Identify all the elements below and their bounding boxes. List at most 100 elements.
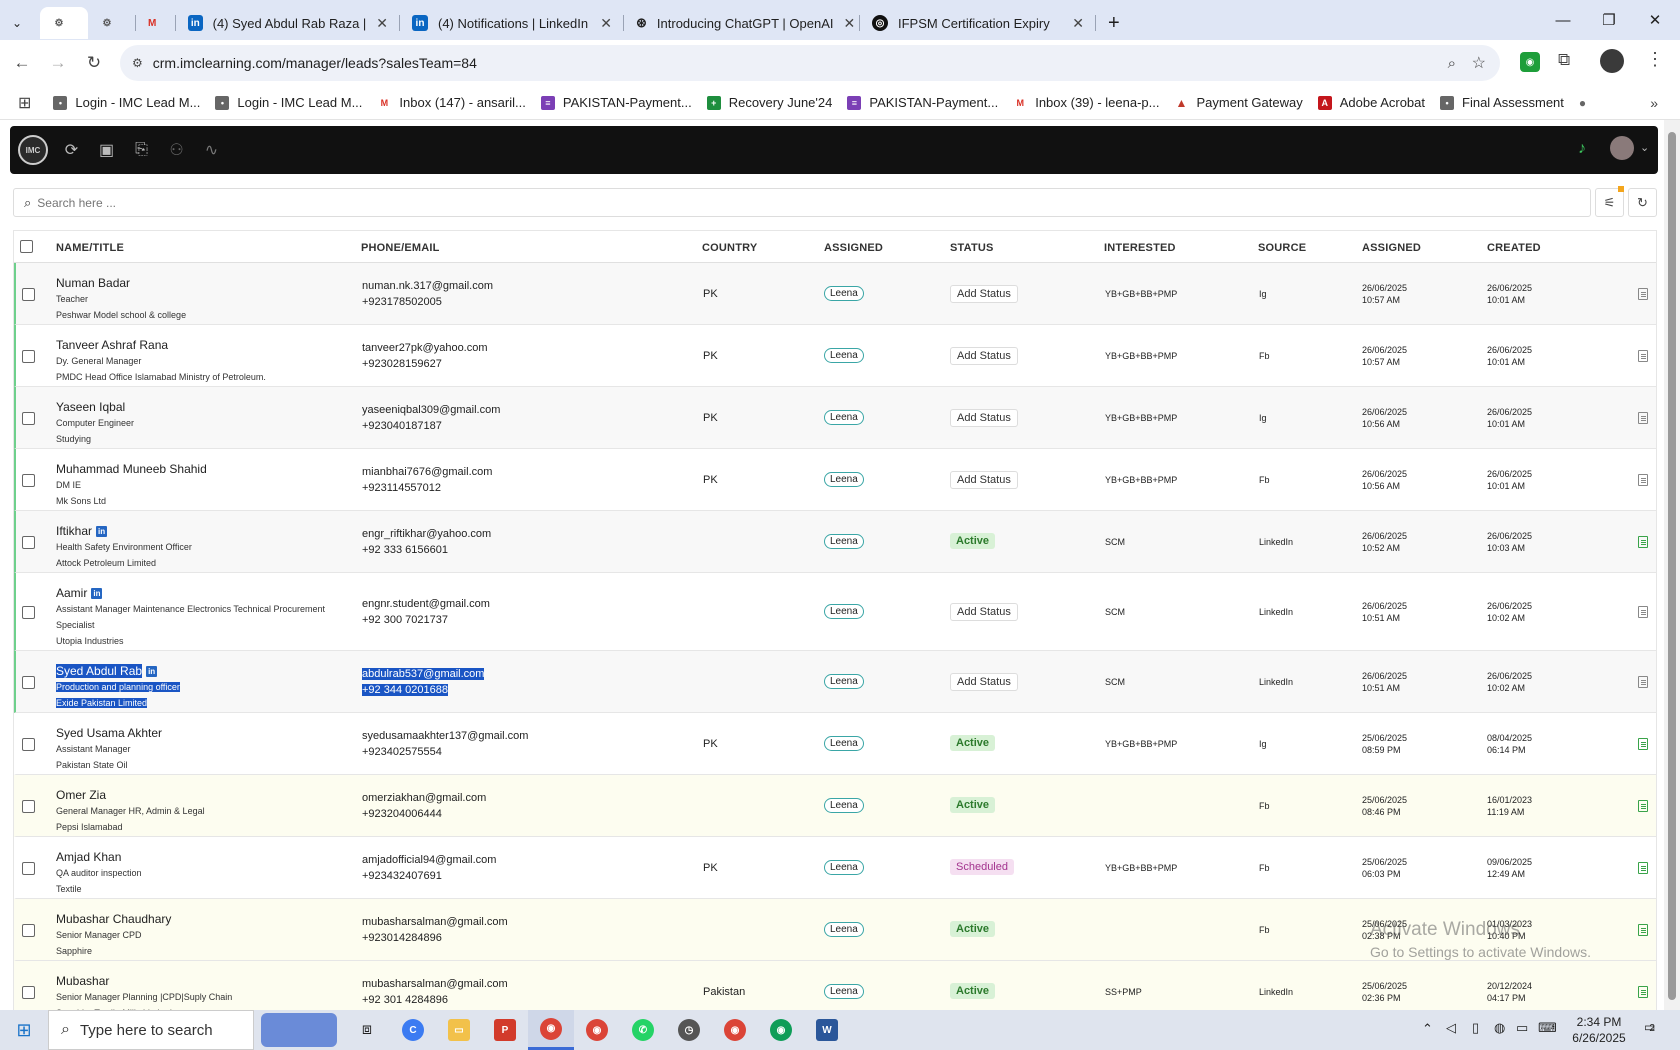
close-icon[interactable]: ✕ [590,15,612,32]
activity-pulse-icon[interactable]: ∿ [194,135,229,165]
lead-phone[interactable]: +923014284896 [362,932,442,944]
lead-phone[interactable]: +923432407691 [362,870,442,882]
row-checkbox[interactable] [22,288,35,301]
assigned-agent-badge[interactable]: Leena [824,860,864,875]
lead-name-cell[interactable]: Numan Badar Teacher Peshwar Model school &… [56,275,356,323]
table-row[interactable]: Iftikhar in Health Safety Environment Offi… [14,511,1656,573]
status-badge[interactable]: Active [950,735,996,751]
bookmark-item[interactable]: ≡ PAKISTAN-Payment... [540,95,692,110]
clock[interactable]: 2:34 PM 6/26/2025 [1566,1014,1632,1046]
bookmark-item[interactable]: • Login - IMC Lead M... [215,95,362,110]
lead-email[interactable]: omerziakhan@gmail.com [362,792,486,804]
linkedin-icon[interactable]: in [146,666,158,677]
tab-activity-2[interactable]: ⚙ [88,7,136,39]
lead-name-cell[interactable]: Omer Zia General Manager HR, Admin & Lega… [56,787,356,835]
apps-grid-icon[interactable]: ⊞ [18,93,31,113]
bookmark-item[interactable]: ≡ PAKISTAN-Payment... [847,95,998,110]
lead-name[interactable]: Mubashar Chaudhary [56,912,171,926]
lead-name-cell[interactable]: Syed Usama Akhter Assistant Manager Pakist… [56,725,356,773]
assigned-agent-badge[interactable]: Leena [824,984,864,999]
forward-button[interactable]: → [40,45,76,81]
lead-phone[interactable]: +92 301 4284896 [362,994,448,1006]
lead-phone[interactable]: +923028159627 [362,358,442,370]
back-button[interactable]: ← [4,45,40,81]
chrome-button[interactable]: ◉ [528,1010,574,1050]
page-scrollbar[interactable] [1664,120,1680,1010]
document-icon[interactable] [1638,536,1648,548]
site-info-icon[interactable]: ⚙ [132,56,143,70]
more-menu-icon[interactable]: ⋮ [1646,49,1664,70]
assigned-agent-badge[interactable]: Leena [824,922,864,937]
lead-email[interactable]: amjadofficial94@gmail.com [362,854,496,866]
lead-search[interactable]: ⌕ [13,188,1591,217]
assigned-agent-badge[interactable]: Leena [824,410,864,425]
document-icon[interactable] [1638,862,1648,874]
lead-name[interactable]: Tanveer Ashraf Rana [56,338,168,352]
chrome-button-4[interactable]: ◉ [758,1010,804,1050]
keyboard-icon[interactable]: ⌨ [1538,1020,1557,1036]
file-explorer-button[interactable]: ▭ [436,1010,482,1050]
refresh-button[interactable]: ↻ [1628,188,1657,217]
lead-phone[interactable]: +923178502005 [362,296,442,308]
tab-ifpsm[interactable]: ◎ IFPSM Certification Expiry ✕ [860,7,1096,39]
task-view-button[interactable]: ⧈ [344,1010,390,1050]
document-icon[interactable] [1638,676,1648,688]
document-icon[interactable] [1638,800,1648,812]
start-button[interactable]: ⊞ [0,1010,48,1050]
status-badge[interactable]: Add Status [950,285,1018,303]
device-icon[interactable]: ▯ [1472,1020,1479,1036]
bookmark-item[interactable]: + Recovery June'24 [706,95,832,110]
search-input[interactable] [37,195,1538,210]
lead-phone[interactable]: +923114557012 [362,482,441,494]
bookmark-icon[interactable]: ● [1579,96,1586,110]
lead-email[interactable]: syedusamaakhter137@gmail.com [362,730,528,742]
assigned-agent-badge[interactable]: Leena [824,286,864,301]
lead-name-cell[interactable]: Tanveer Ashraf Rana Dy. General Manager PM… [56,337,356,385]
table-row[interactable]: Syed Usama Akhter Assistant Manager Pakist… [14,713,1656,775]
word-button[interactable]: W [804,1010,850,1050]
taskbar-search[interactable]: ⌕ Type here to search [48,1010,254,1050]
status-badge[interactable]: Add Status [950,409,1018,427]
row-checkbox[interactable] [22,676,35,689]
row-checkbox[interactable] [22,862,35,875]
lead-name-cell[interactable]: Aamir in Assistant Manager Maintenance Ele… [56,585,356,649]
row-checkbox[interactable] [22,924,35,937]
assigned-agent-badge[interactable]: Leena [824,674,864,689]
assigned-agent-badge[interactable]: Leena [824,472,864,487]
col-interested[interactable]: INTERESTED [1104,242,1176,254]
status-badge[interactable]: Scheduled [950,859,1014,875]
status-badge[interactable]: Add Status [950,471,1018,489]
close-window-button[interactable]: ✕ [1632,0,1678,40]
reload-button[interactable]: ↻ [76,45,112,81]
lead-name[interactable]: Numan Badar [56,276,130,290]
clock-app-button[interactable]: ◷ [666,1010,712,1050]
app-button[interactable]: P [482,1010,528,1050]
col-name[interactable]: NAME/TITLE [56,242,124,254]
document-icon[interactable] [1638,474,1648,486]
status-badge[interactable]: Active [950,921,996,937]
profile-avatar[interactable] [1600,49,1624,73]
status-badge[interactable]: Add Status [950,673,1018,691]
user-icon[interactable]: ⚇ [159,135,194,165]
zoom-icon[interactable]: ⌕ [1448,55,1456,72]
extensions-puzzle-icon[interactable]: ⧉ [1558,50,1570,70]
document-icon[interactable] [1638,606,1648,618]
notification-center[interactable]: ▭2 [1644,1020,1655,1034]
linkedin-icon[interactable]: in [96,526,108,537]
restore-button[interactable]: ❐ [1586,0,1632,40]
lead-email[interactable]: engr_riftikhar@yahoo.com [362,528,491,540]
status-badge[interactable]: Add Status [950,347,1018,365]
col-assigned-to[interactable]: ASSIGNED [824,242,883,254]
bookmark-item[interactable]: ▲ Payment Gateway [1174,95,1303,110]
linkedin-icon[interactable]: in [91,588,103,599]
whatsapp-button[interactable]: ✆ [620,1010,666,1050]
lead-phone[interactable]: +923402575554 [362,746,442,758]
lead-name-cell[interactable]: Mubashar Chaudhary Senior Manager CPD Sapp… [56,911,356,959]
table-row[interactable]: Tanveer Ashraf Rana Dy. General Manager PM… [14,325,1656,387]
more-bookmarks-icon[interactable]: » [1650,95,1658,111]
lead-name[interactable]: Syed Abdul Rab [56,664,143,678]
col-status[interactable]: STATUS [950,242,994,254]
row-checkbox[interactable] [22,536,35,549]
lead-phone[interactable]: +923204006444 [362,808,442,820]
table-row[interactable]: Aamir in Assistant Manager Maintenance Ele… [14,573,1656,651]
